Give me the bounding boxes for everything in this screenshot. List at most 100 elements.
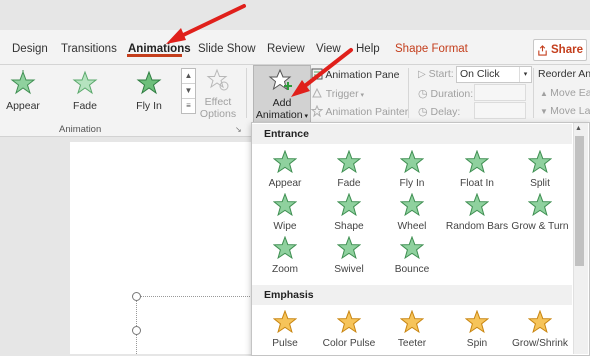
shape-selection-outline-left [136,296,138,354]
scroll-up-arrow-icon[interactable]: ▲ [575,125,582,132]
teeter-star-icon [400,310,424,334]
tab-shape-format[interactable]: Shape Format [395,43,468,55]
gallery-fade[interactable]: Fade [55,70,115,112]
entrance-effect-label: Split [530,178,550,189]
fly-in-star-icon [136,70,162,95]
start-select-chevron-icon: ▾ [519,67,531,82]
entrance-effect-zoom[interactable]: Zoom [248,236,322,275]
entrance-effect-label: Swivel [334,264,364,275]
share-icon [538,44,547,56]
duration-label: Duration: [430,88,474,100]
entrance-effect-label: Bounce [394,264,430,275]
start-play-icon: ▷ [418,69,426,80]
entrance-effect-label: Wipe [273,221,297,232]
random-bars-star-icon [465,193,489,217]
gallery-scroller[interactable]: ▲ ▼ ≡ [181,68,196,114]
group-separator [246,68,247,118]
emphasis-effect-label: Spin [466,338,488,349]
entrance-effect-label: Fly In [399,178,425,189]
move-earlier-button[interactable]: ▲ Move Ea [540,87,590,99]
tab-slide-show[interactable]: Slide Show [198,43,256,55]
gallery-appear-label: Appear [6,100,40,112]
gallery-scroll-up[interactable]: ▲ [182,69,195,84]
entrance-effect-grow-turn[interactable]: Grow & Turn [503,193,577,232]
animation-pane-icon [311,68,323,80]
grow-shrink-star-icon [528,310,552,334]
effect-options-icon [206,68,229,91]
animation-pane-label: Animation Pane [325,69,400,81]
entrance-effect-appear[interactable]: Appear [248,150,322,189]
move-later-label: Move La [550,105,590,117]
entrance-effect-label: Wheel [397,221,427,232]
add-animation-label-1: Add [272,97,292,109]
reorder-title: Reorder Ani [538,68,590,80]
fade-star-icon [337,150,361,174]
resize-handle[interactable] [132,326,141,335]
bounce-star-icon [400,236,424,260]
fade-star-icon [72,70,98,95]
add-animation-button[interactable]: Add Animation ▾ [253,65,311,124]
emphasis-effect-teeter[interactable]: Teeter [375,310,449,349]
entrance-effect-fly-in[interactable]: Fly In [375,150,449,189]
animation-painter-icon [310,104,324,118]
entrance-title: Entrance [264,128,309,140]
emphasis-effect-label: Teeter [397,338,427,349]
tab-transitions[interactable]: Transitions [61,43,117,55]
add-animation-label-2: Animation [255,109,303,121]
entrance-effect-wipe[interactable]: Wipe [248,193,322,232]
tab-view[interactable]: View [316,43,341,55]
entrance-section-header: Entrance [252,124,572,144]
swivel-star-icon [337,236,361,260]
trigger-button[interactable]: Trigger ▾ [311,87,364,100]
group-launcher-icon[interactable]: ↘ [235,125,242,134]
start-select[interactable]: On Click ▾ [456,66,532,83]
gallery-appear[interactable]: Appear [0,70,53,112]
wipe-star-icon [273,193,297,217]
emphasis-effect-pulse[interactable]: Pulse [248,310,322,349]
pulse-star-icon [273,310,297,334]
delay-label: Delay: [430,106,461,118]
wheel-star-icon [400,193,424,217]
start-select-value: On Click [460,68,500,80]
active-tab-indicator [127,54,182,57]
gallery-more[interactable]: ≡ [182,99,195,113]
duration-input[interactable] [474,84,526,101]
entrance-effect-label: Random Bars [445,221,509,232]
animation-pane-button[interactable]: Animation Pane [311,68,399,81]
gallery-fly-in-label: Fly In [136,100,162,112]
trigger-label: Trigger [325,88,359,100]
animation-painter-button[interactable]: Animation Painter [310,104,408,118]
entrance-effect-label: Fade [337,178,361,189]
move-later-button[interactable]: ▼ Move La [540,105,590,117]
entrance-effect-label: Appear [268,178,302,189]
resize-handle[interactable] [132,292,141,301]
effect-options-button[interactable]: Effect Options [197,67,239,120]
emphasis-effect-grow-shrink[interactable]: Grow/Shrink [503,310,577,349]
appear-star-icon [273,150,297,174]
gallery-fly-in[interactable]: Fly In [119,70,179,112]
emphasis-section-header: Emphasis [252,285,572,305]
color-pulse-star-icon [337,310,361,334]
tab-design[interactable]: Design [12,43,48,55]
entrance-effect-split[interactable]: Split [503,150,577,189]
effect-options-label-1: Effect [204,96,232,108]
clock-icon: ◷ [418,88,428,100]
gallery-scroll-down[interactable]: ▼ [182,84,195,99]
entrance-effect-bounce[interactable]: Bounce [375,236,449,275]
emphasis-effect-label: Grow/Shrink [511,338,569,349]
entrance-effect-label: Grow & Turn [511,221,569,232]
tab-help[interactable]: Help [356,43,380,55]
start-label: Start: [428,68,454,80]
delay-clock-icon: ◷ [418,106,428,118]
share-label: Share [551,44,583,56]
add-animation-icon [268,68,292,91]
delay-input[interactable] [474,102,526,119]
entrance-effect-label: Zoom [271,264,299,275]
emphasis-effect-label: Color Pulse [322,338,376,349]
entrance-effect-wheel[interactable]: Wheel [375,193,449,232]
share-button[interactable]: Share [533,39,587,61]
emphasis-title: Emphasis [264,289,314,301]
tab-review[interactable]: Review [267,43,305,55]
spin-star-icon [465,310,489,334]
duration-row: ◷ Duration: [418,87,473,100]
